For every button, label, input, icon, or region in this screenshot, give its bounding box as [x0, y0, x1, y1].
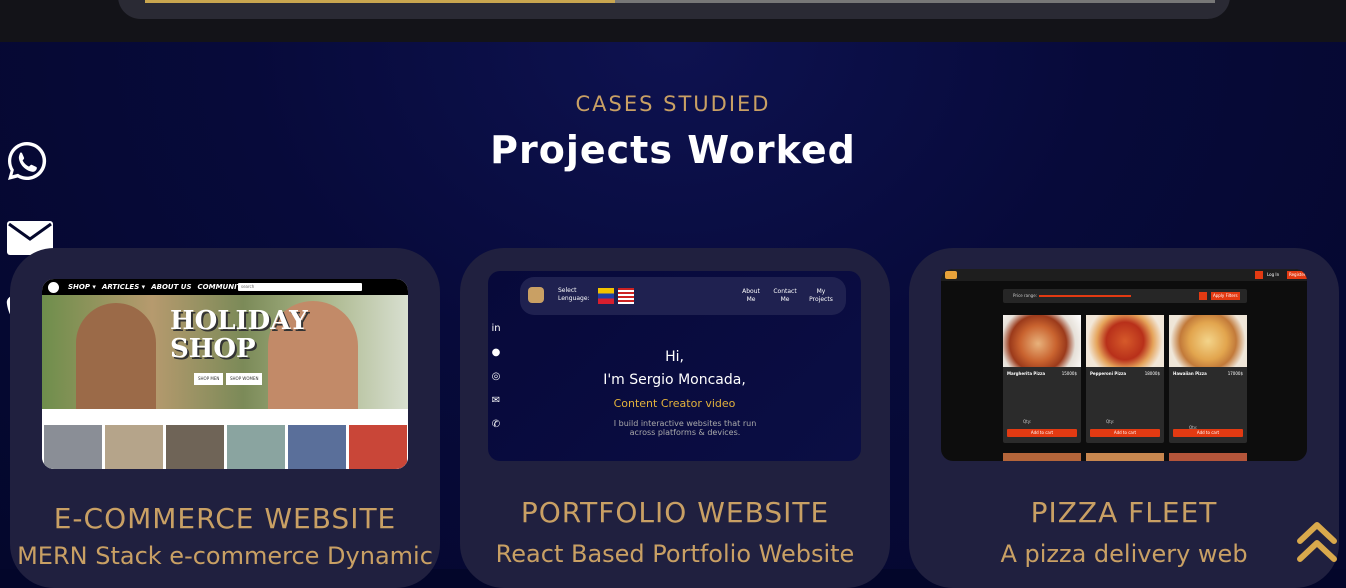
filter-label: Price range:	[1013, 293, 1038, 298]
scroll-progress-track	[615, 0, 1215, 3]
pizza-image	[1086, 315, 1164, 367]
pizza-image	[1003, 315, 1081, 367]
whatsapp-icon[interactable]	[6, 140, 54, 186]
add-to-cart-button: Add to cart	[1173, 429, 1243, 437]
pizza-name: Hawaiian Pizza	[1173, 371, 1207, 376]
project-description: A pizza delivery web	[1000, 540, 1248, 568]
pizza-preview-image[interactable]: Log In Register Price range: Apply Filte…	[941, 269, 1307, 461]
pizza-card: Margherita Pizza 15000$ Qty: Add to cart	[1003, 315, 1081, 443]
phone-icon: ✆	[491, 419, 501, 430]
qty-label: Qty:	[1106, 419, 1115, 424]
product-thumbnail	[105, 425, 163, 469]
pizza-card-partial	[1169, 453, 1247, 461]
nav-item-about: About Me	[742, 288, 760, 303]
ecommerce-preview-image[interactable]: SHOP ▾ ARTICLES ▾ ABOUT US COMMUNITY sea…	[42, 279, 408, 469]
top-header-bar	[0, 0, 1346, 42]
preview-greeting: Hi,	[665, 349, 684, 365]
add-to-cart-button: Add to cart	[1007, 429, 1077, 437]
scroll-progress-bar	[145, 0, 615, 3]
preview-navbar: Select Lenguage: About Me Contact Me My …	[520, 277, 846, 315]
product-thumbnail	[166, 425, 224, 469]
apply-filters-button: Apply Filters	[1211, 292, 1240, 300]
project-card-ecommerce[interactable]: SHOP ▾ ARTICLES ▾ ABOUT US COMMUNITY sea…	[10, 248, 440, 588]
logo-icon	[528, 287, 544, 303]
login-link: Log In	[1267, 272, 1280, 277]
preview-role: Content Creator video	[613, 397, 736, 410]
preview-navbar: SHOP ▾ ARTICLES ▾ ABOUT US COMMUNITY sea…	[42, 279, 408, 295]
shop-women-button: SHOP WOMEN	[226, 373, 263, 385]
preview-navbar: Log In Register	[941, 269, 1307, 281]
product-thumbnail	[288, 425, 346, 469]
product-thumbnail	[44, 425, 102, 469]
nav-item-projects: My Projects	[809, 288, 833, 303]
pizza-price: 18000$	[1144, 371, 1160, 376]
shop-men-button: SHOP MEN	[194, 373, 224, 385]
pizza-card: Hawaiian Pizza 17000$ Qty: Add to cart	[1169, 315, 1247, 443]
register-link: Register	[1287, 271, 1307, 279]
section-subtitle: CASES STUDIED	[575, 92, 771, 116]
pizza-card: Pepperoni Pizza 18000$ Qty: Add to cart	[1086, 315, 1164, 443]
product-thumbnail	[349, 425, 407, 469]
pizza-card-partial	[1086, 453, 1164, 461]
pizza-name: Pepperoni Pizza	[1090, 371, 1127, 376]
project-title: PORTFOLIO WEBSITE	[520, 496, 830, 529]
portfolio-preview-image[interactable]: Select Lenguage: About Me Contact Me My …	[488, 271, 861, 461]
project-card-portfolio[interactable]: Select Lenguage: About Me Contact Me My …	[460, 248, 890, 588]
logo-icon	[48, 282, 59, 293]
add-to-cart-button: Add to cart	[1090, 429, 1160, 437]
section-title: Projects Worked	[490, 128, 856, 172]
product-thumbnail	[227, 425, 285, 469]
nav-item: ARTICLES ▾	[101, 283, 146, 291]
preview-tagline: I build interactive websites that run ac…	[613, 419, 757, 437]
pizza-price: 17000$	[1227, 371, 1243, 376]
pizza-image	[1169, 315, 1247, 367]
project-title: E-COMMERCE WEBSITE	[53, 502, 397, 535]
venezuela-flag-icon	[598, 288, 614, 304]
project-description: MERN Stack e-commerce Dynamic	[17, 542, 433, 570]
pizza-card-partial	[1003, 453, 1081, 461]
logo-icon	[945, 271, 957, 279]
pizza-price: 15000$	[1061, 371, 1077, 376]
cart-icon	[1255, 271, 1263, 279]
model-figure	[76, 303, 156, 409]
nav-item-contact: Contact Me	[773, 288, 797, 303]
project-description: React Based Portfolio Website	[495, 540, 855, 568]
nav-item: ABOUT US	[151, 283, 192, 291]
pizza-name: Margherita Pizza	[1007, 371, 1046, 376]
preview-search: search	[238, 283, 362, 291]
linkedin-icon: in	[491, 323, 501, 334]
project-card-pizza[interactable]: Log In Register Price range: Apply Filte…	[909, 248, 1339, 588]
hero-title: HOLIDAY SHOP	[170, 306, 308, 364]
nav-item: SHOP ▾	[68, 283, 96, 291]
usa-flag-icon	[618, 288, 634, 304]
select-language-label: Select Lenguage:	[558, 287, 590, 302]
preview-intro: I'm Sergio Moncada,	[603, 372, 746, 388]
price-slider	[1039, 295, 1131, 297]
clear-filter-icon	[1199, 292, 1207, 300]
filter-bar: Price range: Apply Filters	[1003, 289, 1247, 303]
qty-label: Qty:	[1023, 419, 1032, 424]
project-title: PIZZA FLEET	[1030, 496, 1218, 529]
scroll-to-top-chevron-icon[interactable]	[1296, 517, 1338, 565]
